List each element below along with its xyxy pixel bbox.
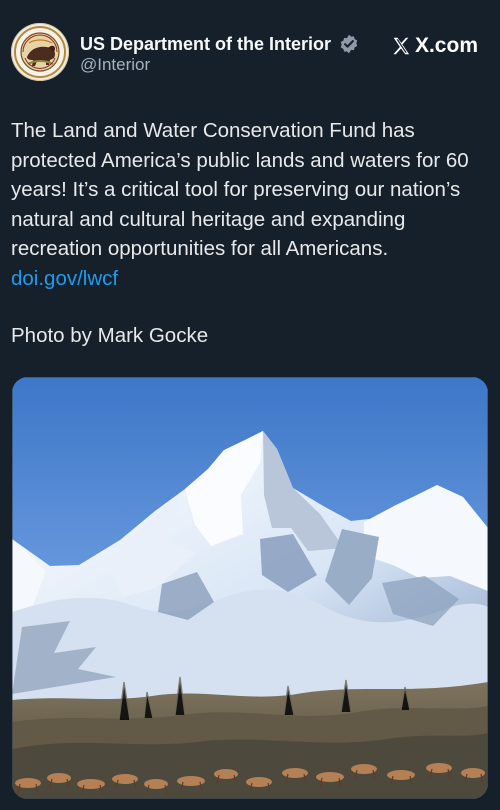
- x-com-link[interactable]: X.com: [390, 34, 478, 58]
- x-logo-icon: [393, 37, 410, 55]
- mountain-range-with-elk-herd-image: [12, 377, 488, 799]
- display-name[interactable]: US Department of the Interior: [80, 34, 331, 55]
- post-body: The Land and Water Conservation Fund has…: [11, 116, 481, 293]
- interior-department-seal-icon: [12, 24, 68, 80]
- lwcf-link[interactable]: doi.gov/lwcf: [11, 267, 118, 290]
- post-body-text: The Land and Water Conservation Fund has…: [11, 119, 469, 260]
- x-com-label: X.com: [414, 34, 478, 57]
- account-handle[interactable]: @Interior: [80, 55, 150, 75]
- post-media[interactable]: [12, 377, 488, 799]
- x-post-card: US Department of the Interior @Interior …: [0, 0, 500, 810]
- photo-credit: Photo by Mark Gocke: [11, 324, 209, 347]
- verified-badge-icon: [340, 34, 358, 54]
- account-name-row: US Department of the Interior: [80, 31, 360, 57]
- avatar[interactable]: [11, 23, 69, 81]
